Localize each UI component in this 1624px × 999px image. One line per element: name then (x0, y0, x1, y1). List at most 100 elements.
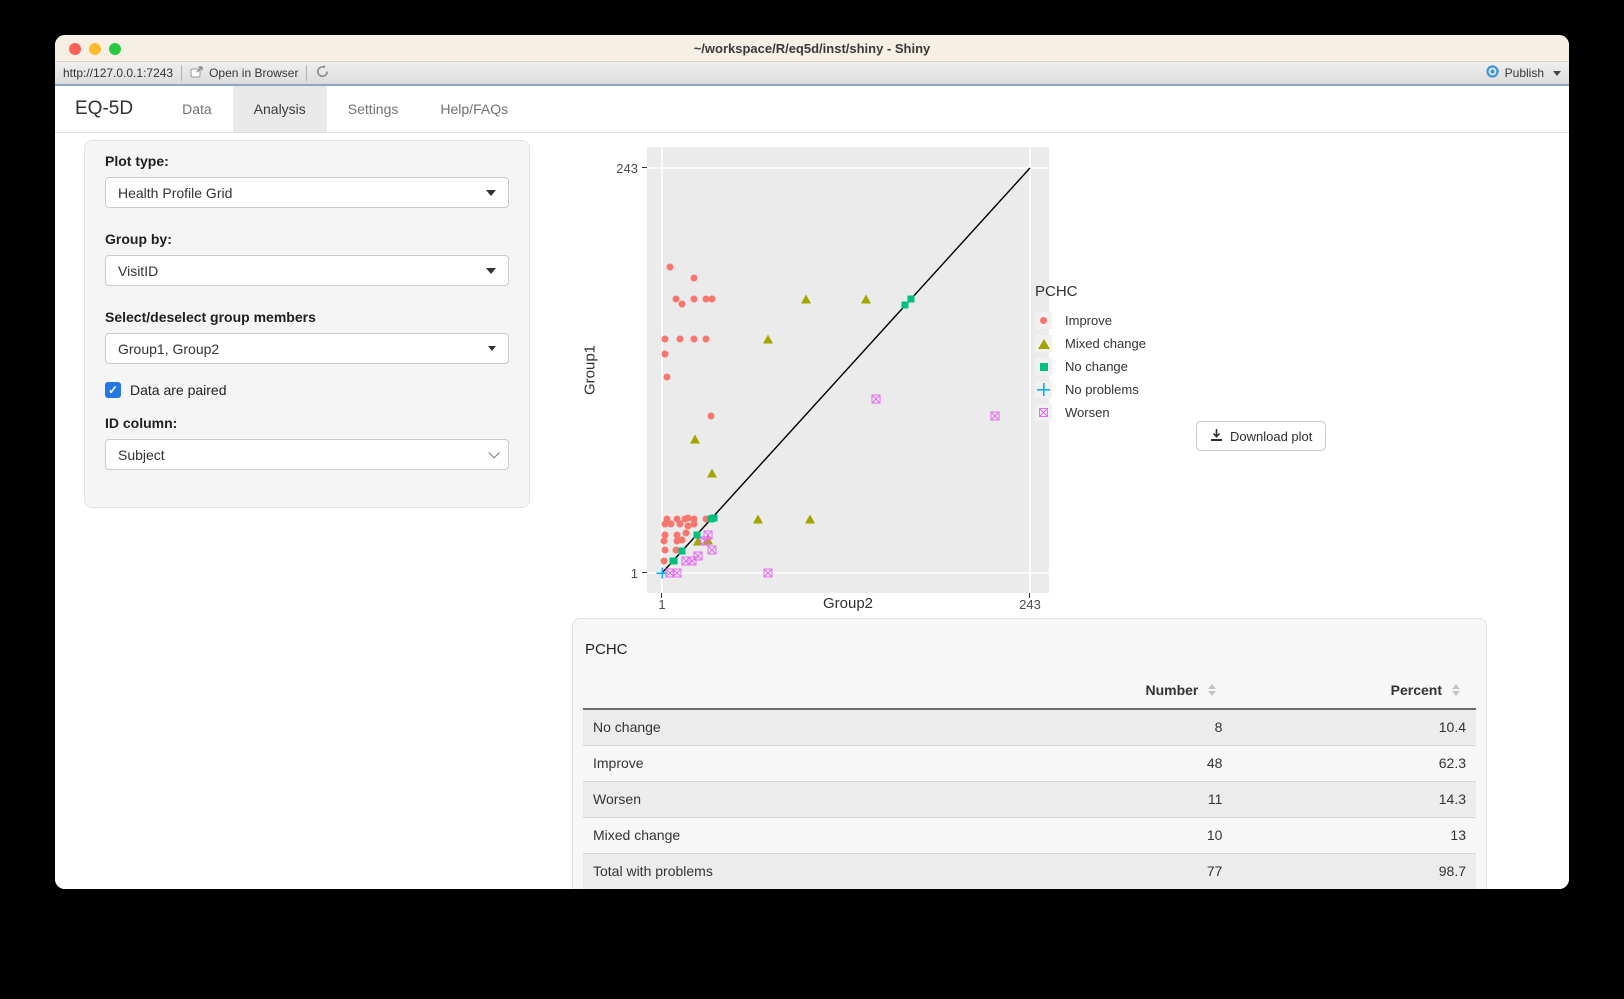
legend-item-mixed-change: Mixed change (1035, 332, 1146, 355)
point-worsen (764, 569, 773, 578)
pchc-table-card: PCHC Number Percent No (572, 618, 1487, 889)
point-worsen (872, 394, 881, 403)
row-label: Improve (583, 745, 985, 781)
analysis-page: Plot type: Health Profile Grid Group by:… (55, 133, 1569, 889)
point-improve (707, 412, 714, 419)
point-improve (677, 521, 684, 528)
table-row[interactable]: Improve4862.3 (583, 745, 1476, 781)
tab-help-faqs[interactable]: Help/FAQs (419, 86, 529, 132)
publish-button[interactable]: Publish (1485, 64, 1544, 82)
point-no-change (902, 302, 909, 309)
viewer-toolbar: http://127.0.0.1:7243 Open in Browser Pu… (55, 62, 1569, 86)
group-by-label: Group by: (105, 231, 509, 247)
point-improve (668, 521, 675, 528)
point-improve (666, 263, 673, 270)
point-worsen (708, 545, 717, 554)
minimize-window-button[interactable] (89, 43, 101, 55)
open-in-browser-label: Open in Browser (209, 66, 298, 80)
tab-analysis[interactable]: Analysis (233, 86, 327, 132)
point-improve (678, 536, 685, 543)
group-members-value: Group1, Group2 (118, 341, 219, 357)
sort-icon[interactable] (1452, 684, 1460, 696)
row-label: Worsen (583, 781, 985, 817)
publish-menu-caret-icon[interactable] (1553, 71, 1561, 76)
toolbar-separator (181, 65, 182, 81)
legend-label: Improve (1065, 313, 1112, 328)
data-paired-label: Data are paired (130, 382, 227, 398)
table-row[interactable]: Mixed change1013 (583, 817, 1476, 853)
chevron-down-icon (486, 268, 496, 274)
publish-label: Publish (1505, 66, 1544, 80)
table-row[interactable]: Total with problems7798.7 (583, 853, 1476, 889)
point-mixed-change (805, 515, 815, 524)
worsen-key-icon (1035, 404, 1052, 421)
point-improve (662, 335, 669, 342)
row-percent: 13 (1232, 817, 1476, 853)
y-tick-mark (642, 167, 647, 168)
point-improve (678, 300, 685, 307)
y-axis-title: Group1 (582, 345, 599, 395)
reload-button[interactable] (315, 64, 330, 82)
data-paired-checkbox[interactable]: ✓ (105, 382, 121, 398)
traffic-lights (69, 43, 121, 55)
chevron-down-icon (488, 346, 496, 351)
row-percent: 98.7 (1232, 853, 1476, 889)
plot-panel (647, 147, 1049, 593)
pchc-table-body: No change810.4Improve4862.3Worsen1114.3M… (583, 709, 1476, 889)
plot-type-select[interactable]: Health Profile Grid (105, 177, 509, 208)
point-no-change (669, 558, 676, 565)
point-mixed-change (690, 435, 700, 444)
improve-key-icon (1035, 312, 1052, 329)
sort-icon[interactable] (1208, 684, 1216, 696)
table-row[interactable]: No change810.4 (583, 709, 1476, 745)
tab-settings[interactable]: Settings (327, 86, 420, 132)
column-header-number[interactable]: Number (985, 674, 1233, 709)
download-plot-label: Download plot (1230, 429, 1312, 444)
point-improve (709, 295, 716, 302)
point-improve (662, 546, 669, 553)
table-row[interactable]: Worsen1114.3 (583, 781, 1476, 817)
plot-grid-and-line (647, 147, 1049, 593)
chevron-down-icon (486, 190, 496, 196)
no-problems-key-icon (1035, 381, 1052, 398)
legend-title: PCHC (1035, 283, 1146, 300)
close-window-button[interactable] (69, 43, 81, 55)
row-number: 11 (985, 781, 1233, 817)
point-mixed-change (753, 515, 763, 524)
point-improve (690, 295, 697, 302)
titlebar: ~/workspace/R/eq5d/inst/shiny - Shiny (55, 35, 1569, 62)
identity-line (662, 168, 1030, 573)
open-in-browser-button[interactable]: Open in Browser (190, 66, 298, 81)
legend-item-no-problems: No problems (1035, 378, 1146, 401)
point-improve (690, 335, 697, 342)
point-worsen (673, 569, 682, 578)
download-plot-button[interactable]: Download plot (1196, 421, 1326, 451)
row-label: No change (583, 709, 985, 745)
row-label: Mixed change (583, 817, 985, 853)
plot-legend: PCHC ImproveMixed changeNo changeNo prob… (1035, 283, 1146, 424)
id-column-select[interactable]: Subject (105, 439, 509, 470)
tab-data[interactable]: Data (161, 86, 233, 132)
window-title: ~/workspace/R/eq5d/inst/shiny - Shiny (694, 41, 931, 56)
point-improve (660, 558, 667, 565)
chevron-down-icon (488, 447, 499, 458)
y-tick-mark (642, 572, 647, 573)
group-members-select[interactable]: Group1, Group2 (105, 333, 509, 364)
zoom-window-button[interactable] (109, 43, 121, 55)
point-improve (662, 350, 669, 357)
row-number: 77 (985, 853, 1233, 889)
y-tick-label-min: 1 (599, 566, 638, 581)
column-header-percent[interactable]: Percent (1232, 674, 1476, 709)
no-change-key-icon (1035, 358, 1052, 375)
x-axis-title: Group2 (823, 595, 873, 612)
group-by-select[interactable]: VisitID (105, 255, 509, 286)
app-navbar: EQ-5D Data Analysis Settings Help/FAQs (55, 86, 1569, 133)
row-number: 8 (985, 709, 1233, 745)
toolbar-separator (306, 65, 307, 81)
plot-type-label: Plot type: (105, 153, 509, 169)
id-column-label: ID column: (105, 415, 509, 431)
x-tick-label-max: 243 (1010, 597, 1050, 612)
point-no-change (707, 516, 714, 523)
point-no-change (678, 548, 685, 555)
row-percent: 10.4 (1232, 709, 1476, 745)
